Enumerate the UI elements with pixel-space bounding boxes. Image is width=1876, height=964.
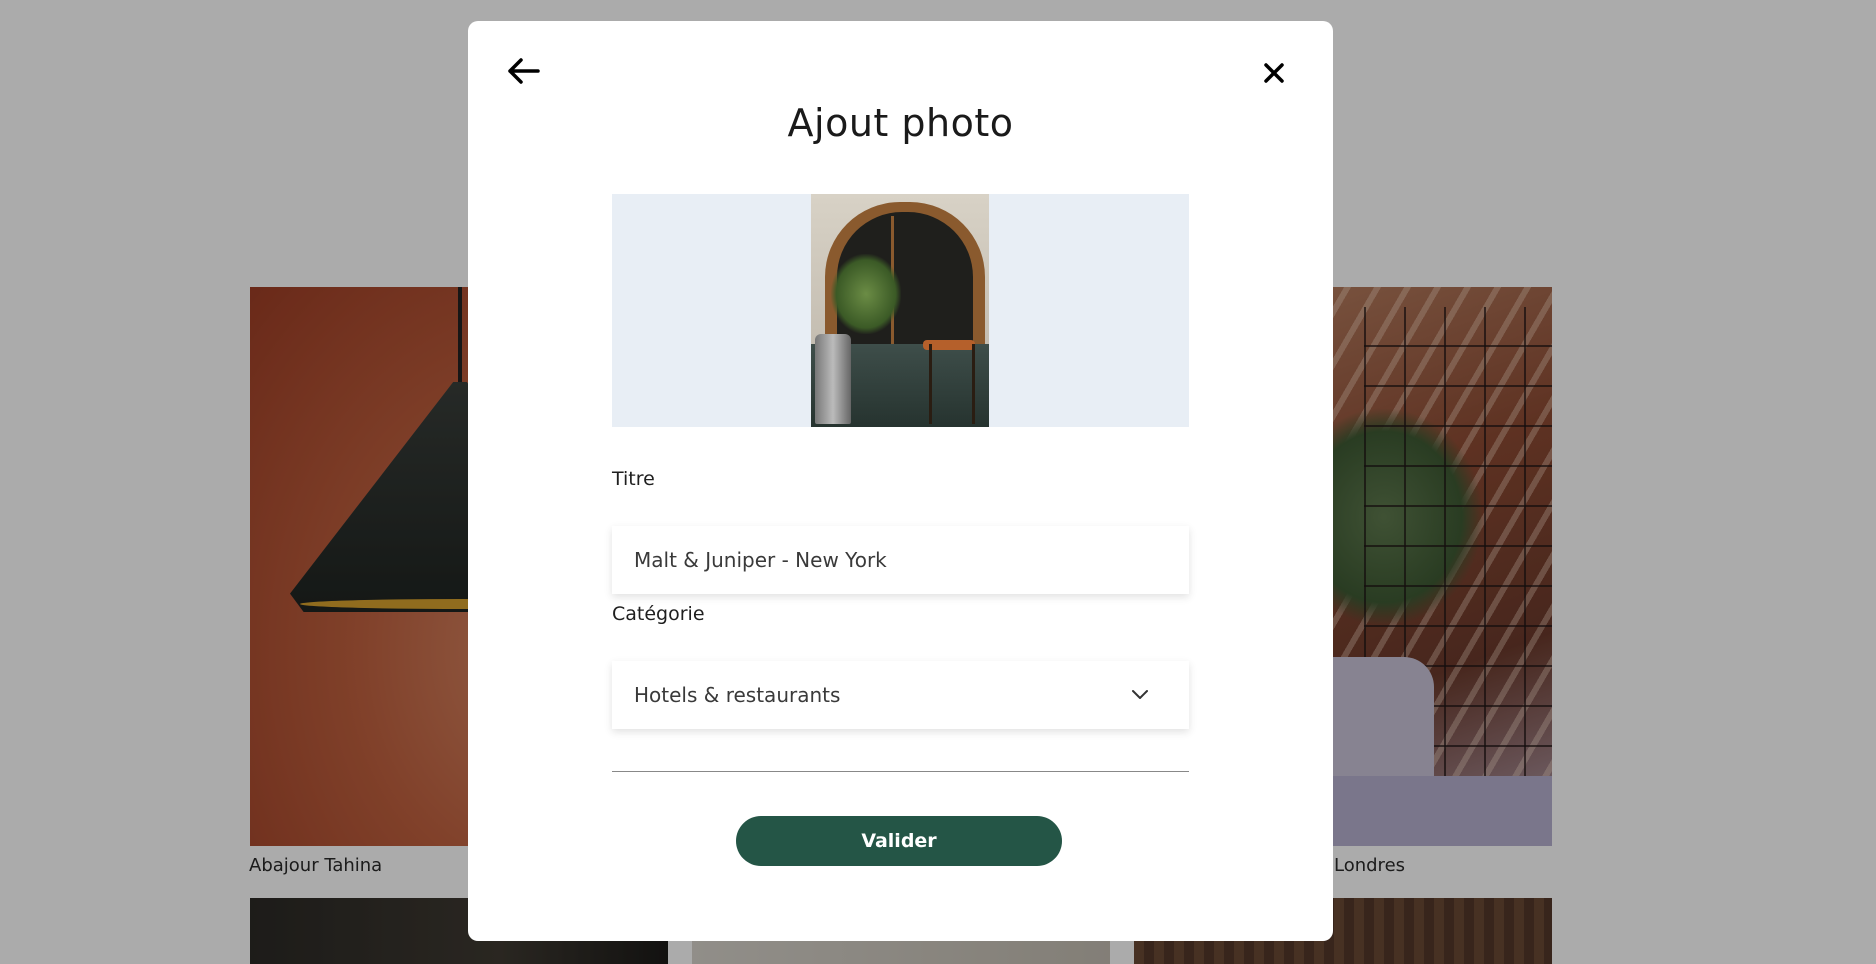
modal-title: Ajout photo xyxy=(787,101,1014,145)
title-input-value: Malt & Juniper - New York xyxy=(634,548,887,572)
category-select-value: Hotels & restaurants xyxy=(634,683,841,707)
category-label: Catégorie xyxy=(612,603,705,625)
preview-image xyxy=(811,194,989,427)
back-button[interactable] xyxy=(504,51,544,91)
add-photo-modal: Ajout photo Titre Malt & Juniper - New Y… xyxy=(468,21,1333,941)
close-button[interactable] xyxy=(1254,53,1294,93)
chevron-down-icon xyxy=(1132,690,1148,699)
photo-preview xyxy=(612,194,1189,427)
close-icon xyxy=(1264,63,1284,83)
title-label: Titre xyxy=(612,468,655,490)
title-input[interactable]: Malt & Juniper - New York xyxy=(612,526,1189,594)
category-select[interactable]: Hotels & restaurants xyxy=(612,661,1189,729)
form-divider xyxy=(612,771,1189,772)
arrow-left-icon xyxy=(508,58,540,84)
submit-button[interactable]: Valider xyxy=(736,816,1062,866)
